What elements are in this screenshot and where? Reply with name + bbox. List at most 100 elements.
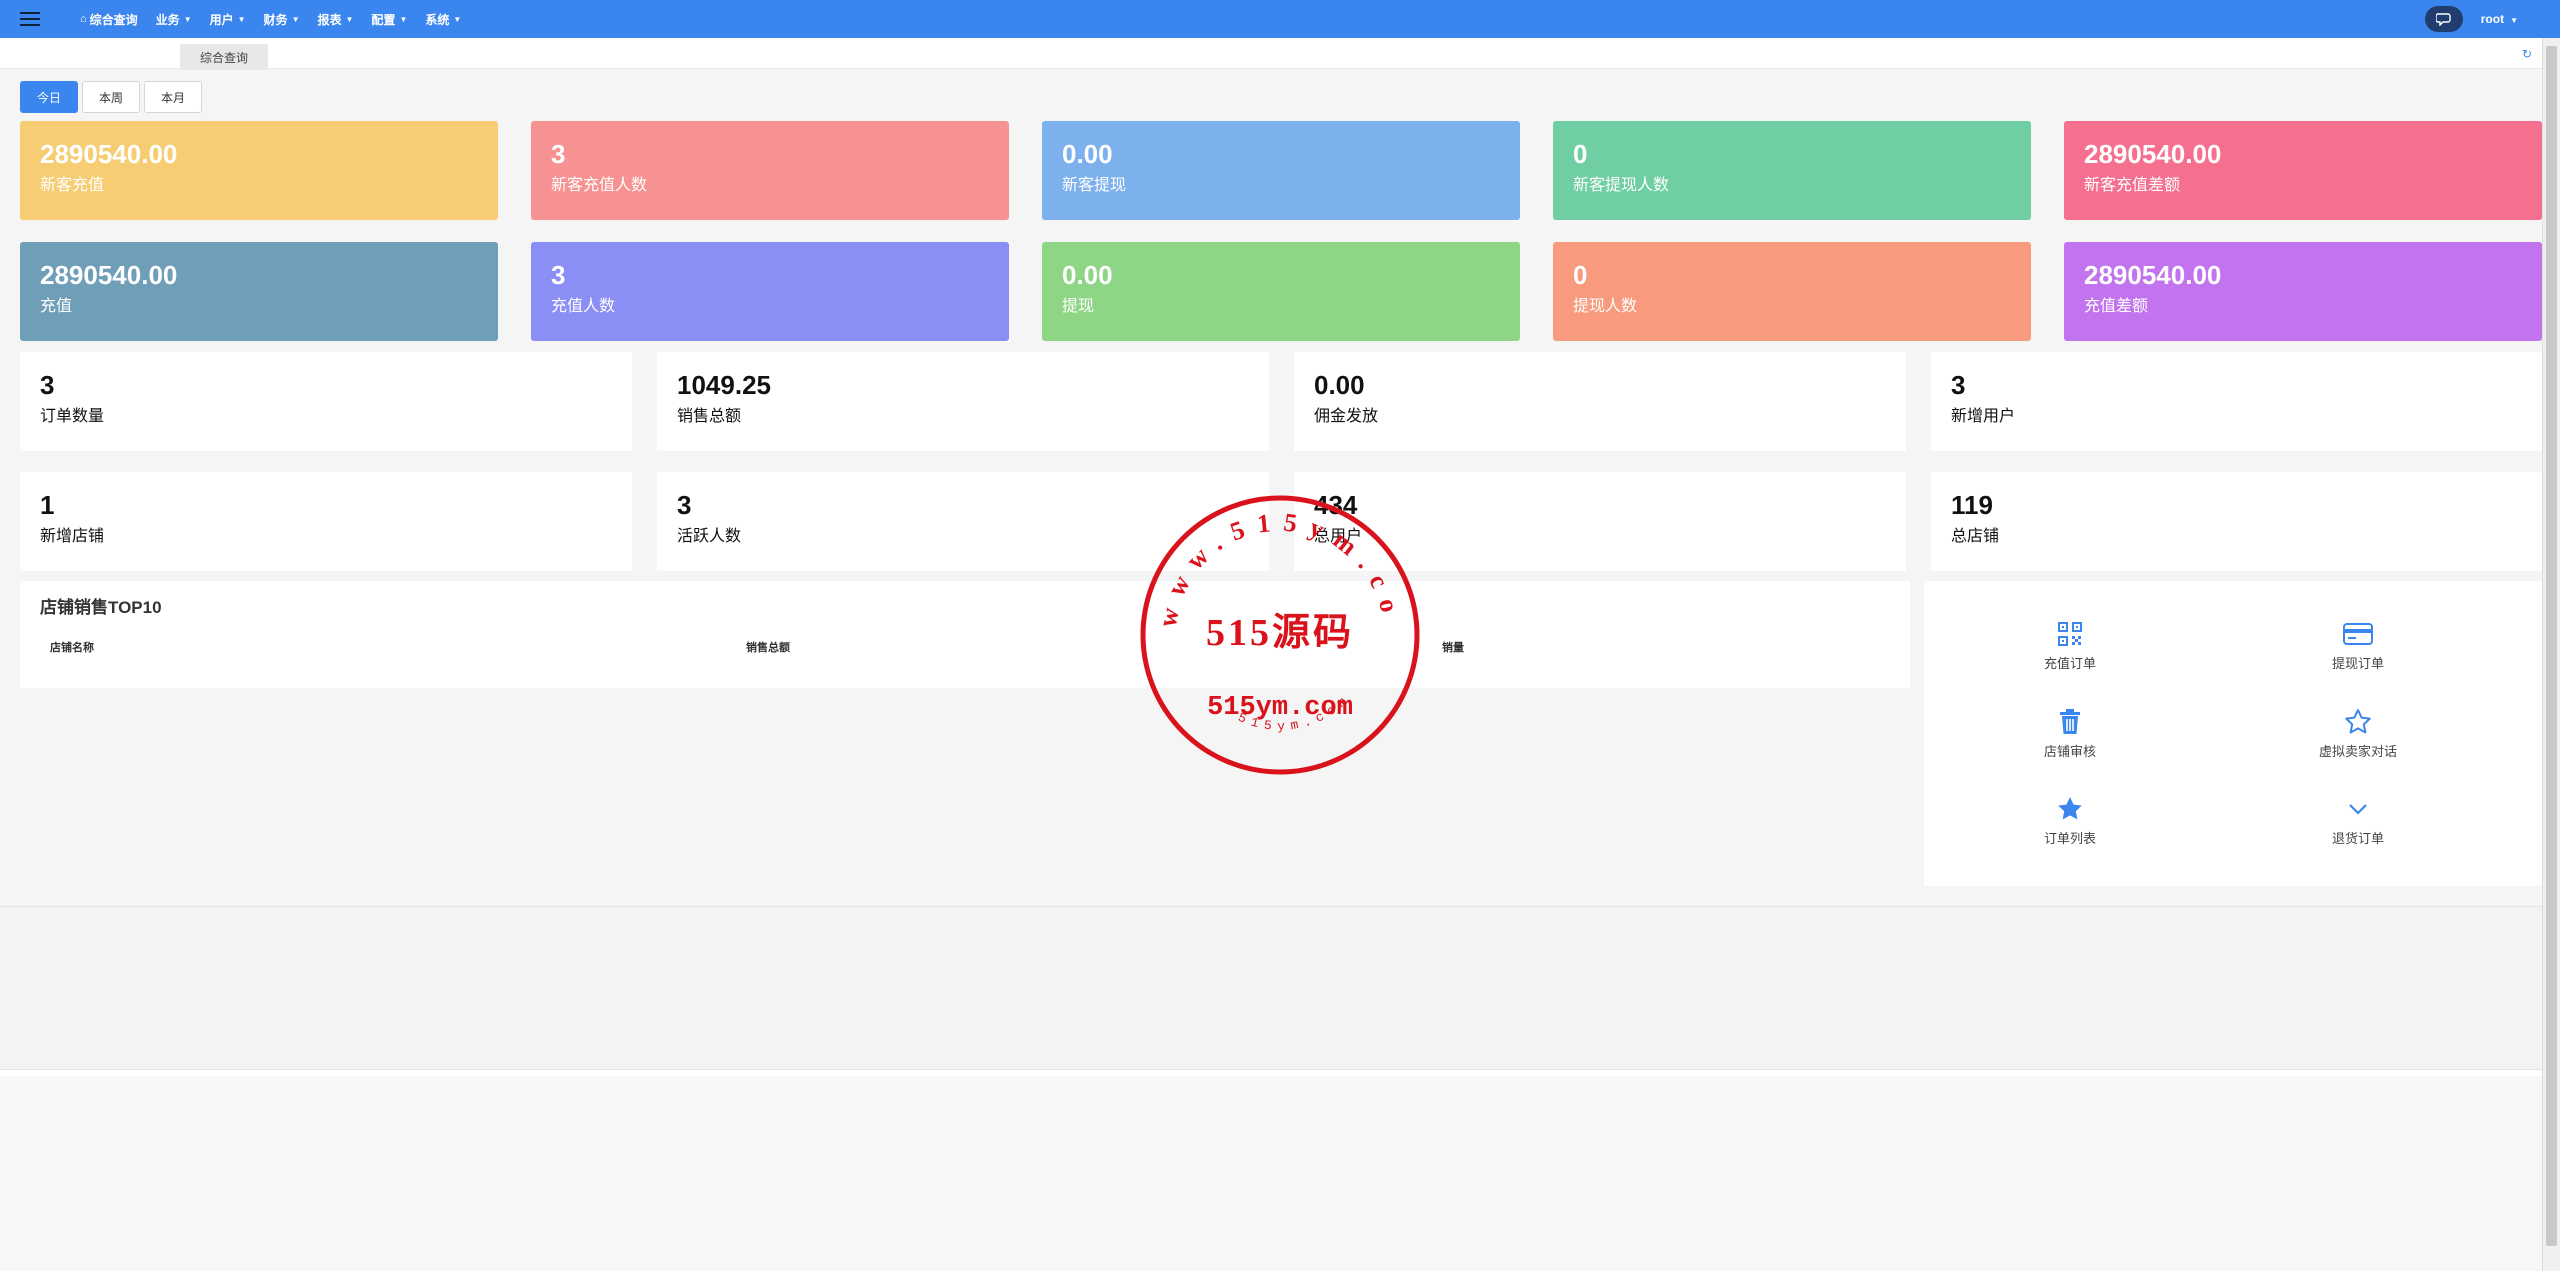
topbar-right: root ▼ [2424, 0, 2518, 38]
stat-value: 0.00 [1062, 139, 1113, 169]
stat-label: 提现人数 [1573, 298, 1638, 315]
caret-down-icon: ▼ [183, 14, 192, 24]
stat-card-recharge-diff: 2890540.00 充值差额 [2064, 242, 2542, 341]
chat-icon [2435, 13, 2451, 26]
credit-card-icon [2343, 623, 2373, 645]
period-today-button[interactable]: 今日 [20, 81, 79, 113]
column-header-shop-name[interactable]: 店铺名称 [50, 639, 94, 655]
shop-sales-top10-panel: 店铺销售TOP10 店铺名称 销售总额 销量 [20, 581, 1910, 688]
caret-down-icon: ▼ [2510, 16, 2518, 25]
caret-down-icon: ▼ [345, 14, 354, 24]
quick-link-order-list[interactable]: 订单列表 [1990, 793, 2150, 847]
caret-down-icon: ▼ [237, 14, 246, 24]
stat-label: 订单数量 [40, 408, 105, 425]
stamp-ring-text: www.515ym.com [1137, 492, 1407, 630]
stat-label: 新客充值 [40, 177, 105, 194]
stat-label: 充值 [40, 298, 73, 315]
quick-link-label: 退货订单 [2331, 831, 2384, 846]
stat-value: 1049.25 [677, 370, 771, 400]
vertical-scrollbar[interactable] [2542, 38, 2560, 1271]
refresh-icon[interactable]: ↻ [2522, 47, 2532, 61]
tab-strip: 综合查询 ↻ [0, 38, 2542, 70]
stat-label: 销售总额 [677, 408, 742, 425]
stat-value: 0 [1573, 139, 1588, 169]
top-navbar: ⌂ 综合查询 业务 ▼ 用户 ▼ 财务 ▼ 报表 ▼ 配置 ▼ 系统 ▼ root ▼ [0, 0, 2560, 38]
home-icon: ⌂ [80, 13, 87, 25]
panel-title: 店铺销售TOP10 [40, 598, 162, 617]
column-header-sales-total[interactable]: 销售总额 [746, 639, 790, 655]
nav-item-overview[interactable]: ⌂ 综合查询 [80, 11, 138, 28]
chevron-down-icon [2349, 804, 2367, 815]
nav-item-reports[interactable]: 报表 ▼ [317, 11, 353, 28]
stat-value: 2890540.00 [40, 139, 178, 169]
stat-card-new-shops: 1 新增店铺 [20, 472, 632, 571]
quick-link-recharge-orders[interactable]: 充值订单 [1990, 618, 2150, 672]
stat-value: 2890540.00 [2084, 260, 2222, 290]
caret-down-icon: ▼ [399, 14, 408, 24]
column-header-sales-volume[interactable]: 销量 [1442, 639, 1464, 655]
period-month-button[interactable]: 本月 [144, 81, 203, 113]
stat-card-new-recharge: 2890540.00 新客充值 [20, 121, 498, 220]
nav-item-business[interactable]: 业务 ▼ [156, 11, 192, 28]
stat-value: 0 [1573, 260, 1588, 290]
stat-label: 新增店铺 [40, 528, 105, 545]
trash-icon [2060, 709, 2080, 734]
stat-label: 新增用户 [1951, 408, 2016, 425]
caret-down-icon: ▼ [291, 14, 300, 24]
quick-link-label: 虚拟卖家对话 [2318, 744, 2397, 759]
stat-card-new-recharge-users: 3 新客充值人数 [531, 121, 1009, 220]
nav-item-system[interactable]: 系统 ▼ [425, 11, 461, 28]
stat-value: 3 [1951, 370, 1966, 400]
nav-item-config[interactable]: 配置 ▼ [371, 11, 407, 28]
stat-card-new-withdraw-users: 0 新客提现人数 [1553, 121, 2031, 220]
star-filled-icon [2058, 797, 2082, 820]
quick-link-virtual-seller-chat[interactable]: 虚拟卖家对话 [2278, 706, 2438, 760]
stat-value: 3 [551, 139, 566, 169]
stat-value: 119 [1951, 490, 1993, 520]
empty-content-band [0, 906, 2542, 1070]
main-nav: ⌂ 综合查询 业务 ▼ 用户 ▼ 财务 ▼ 报表 ▼ 配置 ▼ 系统 ▼ [80, 11, 479, 28]
stat-label: 新客充值人数 [551, 177, 648, 194]
period-week-button[interactable]: 本周 [82, 81, 141, 113]
stat-label: 新客提现人数 [1573, 177, 1670, 194]
stat-card-new-recharge-diff: 2890540.00 新客充值差额 [2064, 121, 2542, 220]
stat-value: 3 [551, 260, 566, 290]
quick-link-return-orders[interactable]: 退货订单 [2278, 793, 2438, 847]
stat-value: 0.00 [1062, 260, 1113, 290]
period-selector: 今日 本周 本月 [20, 81, 206, 113]
stat-card-new-users: 3 新增用户 [1931, 352, 2543, 451]
stat-label: 提现 [1062, 298, 1095, 315]
nav-item-finance[interactable]: 财务 ▼ [264, 11, 300, 28]
tab-overview[interactable]: 综合查询 [180, 44, 268, 70]
stat-card-sales-total: 1049.25 销售总额 [657, 352, 1269, 451]
stat-value: 0.00 [1314, 370, 1365, 400]
quick-link-label: 订单列表 [2043, 831, 2096, 846]
quick-link-withdraw-orders[interactable]: 提现订单 [2278, 618, 2438, 672]
user-menu[interactable]: root ▼ [2481, 12, 2518, 26]
quick-link-shop-review[interactable]: 店铺审核 [1990, 706, 2150, 760]
chat-button[interactable] [2424, 6, 2463, 32]
watermark-stamp: www.515ym.com 515源码 515ym.com 515ym.com [1137, 492, 1420, 775]
stat-label: 新客充值差额 [2084, 177, 2181, 194]
scrollbar-thumb[interactable] [2546, 46, 2557, 1246]
stamp-center-text: 515源码 [1206, 612, 1354, 654]
stat-label: 充值差额 [2084, 298, 2149, 315]
stat-label: 新客提现 [1062, 177, 1127, 194]
stat-label: 佣金发放 [1314, 408, 1379, 425]
stat-card-commission: 0.00 佣金发放 [1294, 352, 1906, 451]
nav-item-users[interactable]: 用户 ▼ [210, 11, 246, 28]
stat-value: 2890540.00 [40, 260, 178, 290]
menu-toggle-button[interactable] [0, 0, 60, 38]
stat-value: 1 [40, 490, 55, 520]
stat-value: 2890540.00 [2084, 139, 2222, 169]
stat-card-total-shops: 119 总店铺 [1931, 472, 2543, 571]
quick-link-label: 充值订单 [2043, 656, 2096, 671]
stat-value: 3 [40, 370, 55, 400]
stat-card-order-count: 3 订单数量 [20, 352, 632, 451]
page-footer-area [0, 1070, 2542, 1271]
stat-card-recharge: 2890540.00 充值 [20, 242, 498, 341]
hamburger-icon [20, 18, 40, 20]
quick-link-label: 提现订单 [2331, 656, 2384, 671]
star-outline-icon [2345, 709, 2371, 734]
stat-card-new-withdraw: 0.00 新客提现 [1042, 121, 1520, 220]
